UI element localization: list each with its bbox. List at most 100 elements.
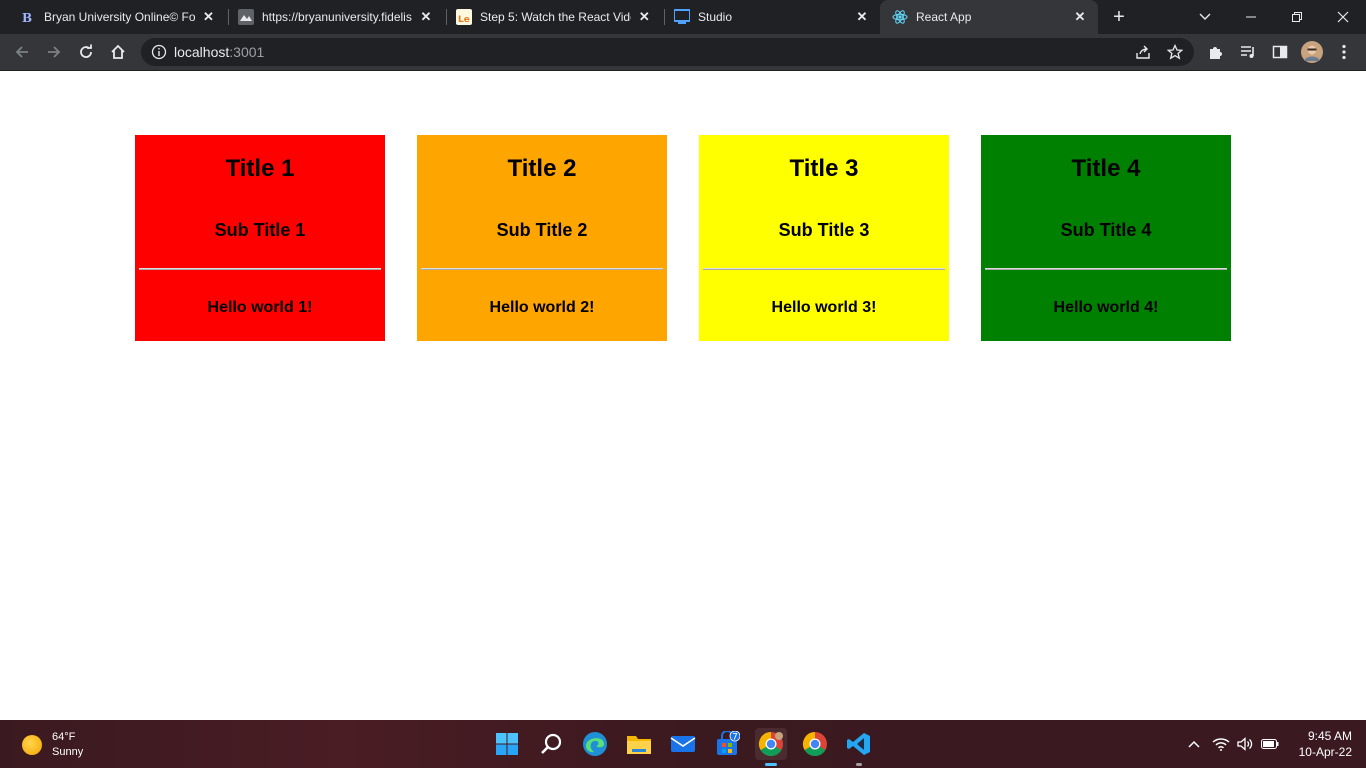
- chrome-taskbar-button[interactable]: [799, 728, 831, 760]
- restore-icon: [1292, 12, 1302, 22]
- chrome-taskbar-button-active[interactable]: [755, 728, 787, 766]
- card-divider: [985, 268, 1227, 270]
- mail-button[interactable]: [667, 728, 699, 760]
- url-host: localhost: [174, 44, 230, 60]
- mail-icon: [670, 736, 696, 752]
- windows-icon: [496, 733, 518, 755]
- profile-button[interactable]: [1300, 40, 1324, 64]
- minimize-icon: [1246, 16, 1256, 18]
- card-divider: [703, 268, 945, 270]
- show-hidden-icons-button[interactable]: [1184, 734, 1204, 754]
- page-content: Title 1 Sub Title 1 Hello world 1! Title…: [0, 71, 1366, 720]
- close-icon: [1337, 11, 1349, 23]
- card: Title 2 Sub Title 2 Hello world 2!: [417, 135, 667, 341]
- store-button[interactable]: 7: [711, 728, 743, 760]
- tab-studio[interactable]: Studio ✕: [662, 0, 880, 34]
- search-button[interactable]: [535, 728, 567, 760]
- edge-taskbar-button[interactable]: [579, 728, 611, 760]
- forward-button[interactable]: [42, 40, 66, 64]
- folder-icon: [627, 736, 651, 754]
- arrow-right-icon: [48, 46, 61, 58]
- new-tab-button[interactable]: +: [1108, 6, 1130, 28]
- store-badge: 7: [732, 733, 738, 743]
- weather-widget[interactable]: 64°F Sunny: [22, 730, 83, 760]
- card-body: Hello world 4!: [1053, 299, 1159, 316]
- chrome-icon: [802, 732, 827, 757]
- window-close-button[interactable]: [1320, 0, 1366, 34]
- clock-date: 10-Apr-22: [1298, 745, 1352, 759]
- close-icon[interactable]: ✕: [1070, 7, 1090, 27]
- back-button[interactable]: [10, 40, 34, 64]
- studio-icon: [674, 9, 690, 25]
- info-icon[interactable]: [151, 44, 167, 60]
- network-button[interactable]: [1211, 734, 1231, 754]
- vscode-icon: [847, 733, 870, 755]
- weather-description: Sunny: [52, 746, 84, 758]
- chrome-icon: [758, 732, 783, 757]
- fidelis-icon: [238, 9, 254, 25]
- puzzle-icon: [1210, 47, 1222, 59]
- search-icon: [541, 733, 562, 754]
- battery-button[interactable]: [1260, 734, 1280, 754]
- star-icon: [1167, 44, 1183, 60]
- weather-temperature: 64°F: [52, 731, 76, 743]
- card-divider: [139, 268, 381, 270]
- extensions-button[interactable]: [1204, 40, 1228, 64]
- clock[interactable]: 9:45 AM 10-Apr-22: [1286, 728, 1352, 760]
- card-body: Hello world 1!: [207, 299, 313, 316]
- close-icon[interactable]: ✕: [199, 7, 218, 27]
- card: Title 1 Sub Title 1 Hello world 1!: [135, 135, 385, 341]
- url-text[interactable]: localhost:3001: [174, 44, 264, 60]
- tab-strip: B Bryan University Online© Fou ✕ https:/…: [0, 0, 1366, 34]
- bookmark-button[interactable]: [1163, 40, 1187, 64]
- tab-title: Studio: [698, 10, 733, 24]
- tab-bryan-university[interactable]: B Bryan University Online© Fou ✕: [8, 0, 226, 34]
- share-button[interactable]: [1131, 40, 1155, 64]
- running-indicator: [856, 763, 862, 766]
- url-port: :3001: [229, 44, 265, 60]
- chevron-down-icon: [1199, 13, 1211, 20]
- card-title: Title 3: [789, 155, 859, 182]
- home-icon: [111, 44, 125, 59]
- card-subtitle: Sub Title 4: [1060, 220, 1152, 240]
- reload-button[interactable]: [74, 40, 98, 64]
- tab-search-button[interactable]: [1182, 0, 1228, 34]
- vscode-taskbar-button[interactable]: [843, 728, 875, 766]
- tab-react-app[interactable]: React App ✕: [880, 0, 1098, 34]
- start-button[interactable]: [491, 728, 523, 760]
- tab-title: React App: [916, 10, 972, 24]
- taskbar: 64°F Sunny 7 9:45 AM 10-Apr-22: [0, 720, 1366, 768]
- tab-title: https://bryanuniversity.fidelis: [262, 10, 412, 24]
- tab-title: Bryan University Online© Fou: [44, 10, 195, 24]
- reload-icon: [80, 44, 92, 58]
- media-button[interactable]: [1236, 40, 1260, 64]
- wifi-icon: [1212, 738, 1230, 751]
- avatar: [1301, 41, 1323, 63]
- edge-icon: [583, 732, 607, 756]
- side-panel-icon: [1272, 45, 1288, 59]
- chevron-up-icon: [1188, 740, 1200, 748]
- file-explorer-button[interactable]: [623, 728, 655, 760]
- card-subtitle: Sub Title 1: [214, 220, 306, 240]
- speaker-icon: [1237, 737, 1253, 751]
- card-subtitle: Sub Title 2: [496, 220, 588, 240]
- address-bar[interactable]: localhost:3001: [141, 38, 1194, 66]
- card-divider: [421, 268, 663, 270]
- svg-text:B: B: [22, 11, 32, 24]
- weather-text: 64°F Sunny: [52, 730, 83, 760]
- close-icon[interactable]: ✕: [416, 7, 436, 27]
- close-icon[interactable]: ✕: [635, 7, 654, 27]
- tab-step5[interactable]: Le Step 5: Watch the React Vide ✕: [444, 0, 662, 34]
- close-icon[interactable]: ✕: [852, 7, 872, 27]
- restore-button[interactable]: [1274, 0, 1320, 34]
- volume-button[interactable]: [1235, 734, 1255, 754]
- battery-icon: [1261, 739, 1279, 749]
- tab-fidelis[interactable]: https://bryanuniversity.fidelis ✕: [226, 0, 444, 34]
- minimize-button[interactable]: [1228, 0, 1274, 34]
- card-body: Hello world 3!: [771, 299, 877, 316]
- side-panel-button[interactable]: [1268, 40, 1292, 64]
- card-body: Hello world 2!: [489, 299, 595, 316]
- home-button[interactable]: [106, 40, 130, 64]
- menu-button[interactable]: [1332, 40, 1356, 64]
- more-vert-icon: [1342, 44, 1346, 60]
